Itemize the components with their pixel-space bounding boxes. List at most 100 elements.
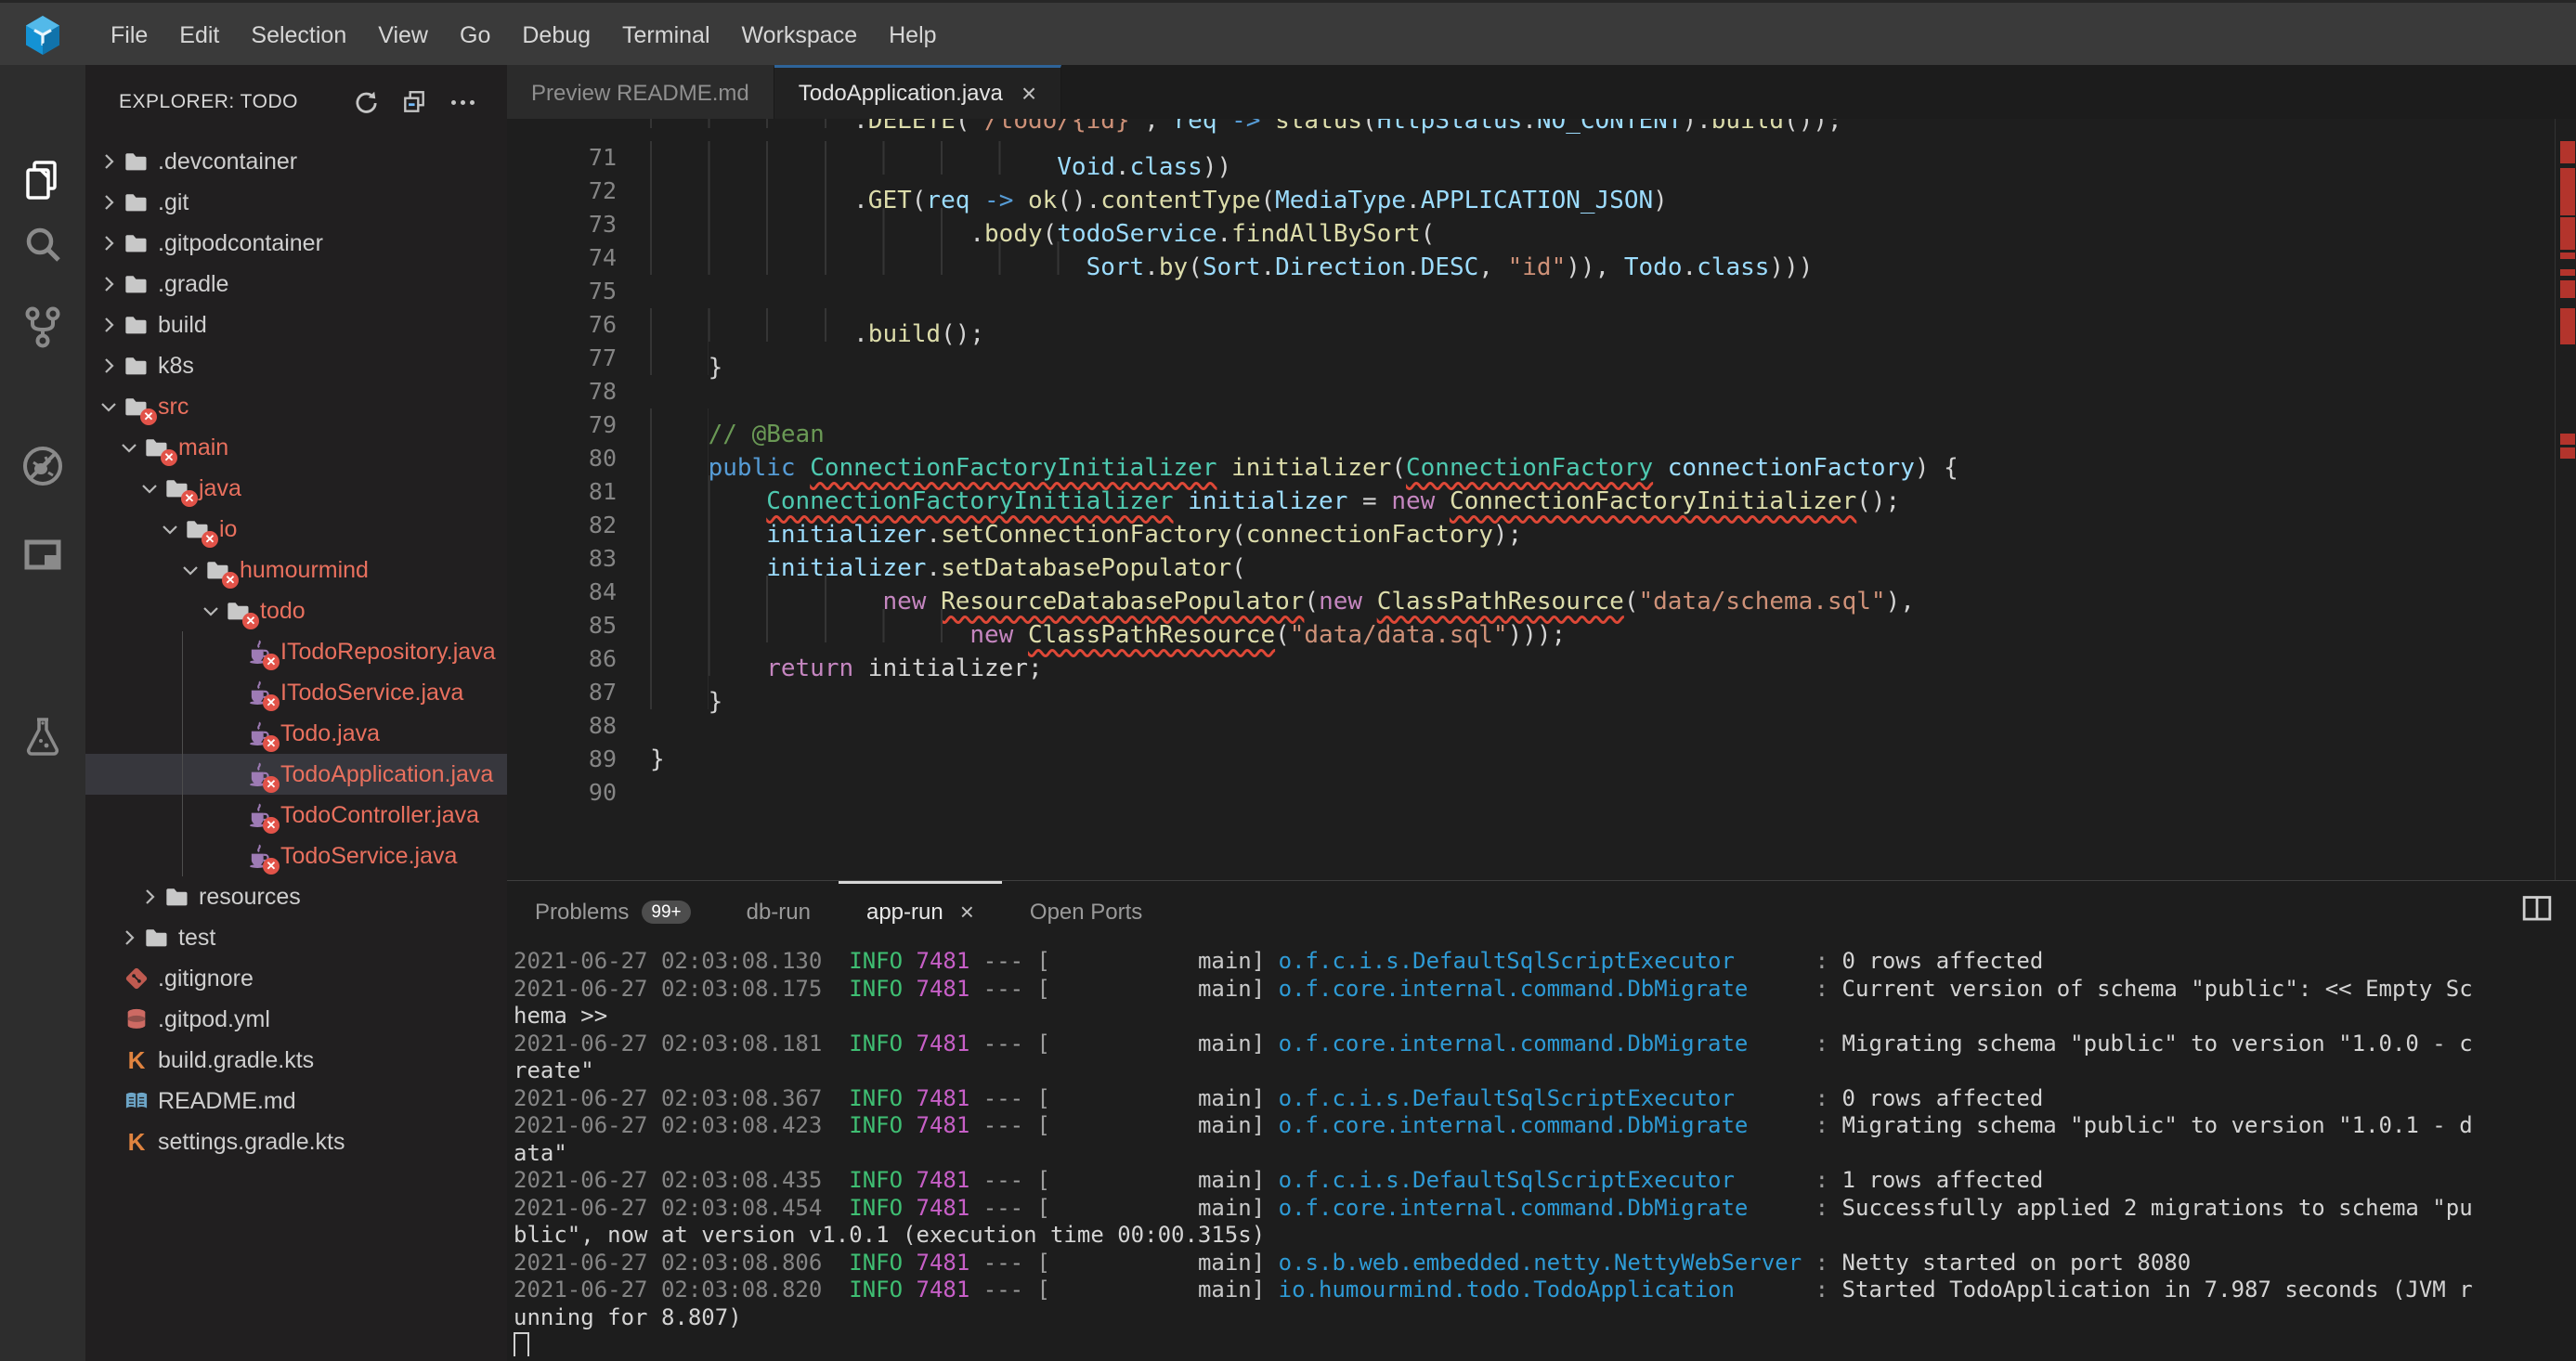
code-line-87[interactable]: 87} bbox=[507, 676, 2556, 709]
debug-disabled-icon[interactable] bbox=[20, 444, 65, 488]
code-line-83[interactable]: 83initializer.setDatabasePopulator( bbox=[507, 542, 2556, 576]
chevron-right-icon bbox=[98, 274, 119, 294]
code-line-86[interactable]: 86return initializer; bbox=[507, 642, 2556, 676]
close-icon[interactable]: × bbox=[960, 898, 974, 927]
error-badge: ✕ bbox=[242, 613, 259, 629]
tree-item-build-gradle-kts[interactable]: Kbuild.gradle.kts bbox=[85, 1040, 507, 1081]
error-badge: ✕ bbox=[263, 735, 280, 752]
panel-tab-app-run[interactable]: app-run× bbox=[839, 881, 1002, 940]
test-flask-icon[interactable] bbox=[20, 715, 65, 759]
explorer-title: EXPLORER: TODO bbox=[119, 91, 353, 113]
code-line-82[interactable]: 82initializer.setConnectionFactory(conne… bbox=[507, 509, 2556, 542]
tree-item-test[interactable]: test bbox=[85, 917, 507, 958]
menu-item-help[interactable]: Help bbox=[873, 3, 952, 68]
tree-item-gitpod-yml[interactable]: .gitpod.yml bbox=[85, 999, 507, 1040]
line-number: 90 bbox=[507, 776, 617, 810]
tree-item-todo[interactable]: ✕todo bbox=[85, 590, 507, 631]
chevron-right-icon bbox=[139, 887, 160, 907]
menu-item-terminal[interactable]: Terminal bbox=[606, 3, 725, 68]
tree-item-settings-gradle-kts[interactable]: Ksettings.gradle.kts bbox=[85, 1121, 507, 1162]
error-badge: ✕ bbox=[202, 531, 218, 548]
menu-item-debug[interactable]: Debug bbox=[506, 3, 606, 68]
code-line-71[interactable]: 71Void.class)) bbox=[507, 141, 2556, 175]
line-number: 77 bbox=[507, 342, 617, 375]
code-line-partial[interactable]: .DELETE("/todo/{id}", req -> status(Http… bbox=[507, 119, 2556, 128]
editor-tab-todoapplication-java[interactable]: TodoApplication.java× bbox=[774, 65, 1062, 119]
tree-item-gitignore[interactable]: .gitignore bbox=[85, 958, 507, 999]
tree-item-readme-md[interactable]: README.md bbox=[85, 1081, 507, 1121]
terminal-log-row: 2021-06-27 02:03:08.130 INFO 7481 --- [ … bbox=[514, 948, 2569, 976]
code-line-77[interactable]: 77} bbox=[507, 342, 2556, 375]
panel-tab-db-run[interactable]: db-run bbox=[719, 881, 839, 940]
tree-item-java[interactable]: ✕java bbox=[85, 468, 507, 509]
code-line-84[interactable]: 84new ResourceDatabasePopulator(new Clas… bbox=[507, 576, 2556, 609]
terminal-cursor bbox=[514, 1332, 529, 1356]
menu-item-view[interactable]: View bbox=[362, 3, 444, 68]
tree-item-label: main bbox=[178, 434, 228, 461]
gitpod-logo-icon[interactable] bbox=[0, 3, 85, 68]
panel-tab-problems[interactable]: Problems99+ bbox=[507, 881, 719, 940]
code-line-81[interactable]: 81ConnectionFactoryInitializer initializ… bbox=[507, 475, 2556, 509]
code-line-75[interactable]: 75 bbox=[507, 275, 2556, 308]
refresh-icon[interactable] bbox=[353, 89, 379, 115]
tree-item-resources[interactable]: resources bbox=[85, 876, 507, 917]
menu-item-go[interactable]: Go bbox=[444, 3, 506, 68]
code-line-76[interactable]: 76.build(); bbox=[507, 308, 2556, 342]
code-line-73[interactable]: 73.body(todoService.findAllBySort( bbox=[507, 208, 2556, 241]
search-icon[interactable] bbox=[20, 223, 65, 267]
code-text: } bbox=[650, 676, 722, 709]
menu-item-edit[interactable]: Edit bbox=[163, 3, 235, 68]
tree-item-todoapplication-java[interactable]: ✕TodoApplication.java bbox=[85, 754, 507, 795]
menu-item-workspace[interactable]: Workspace bbox=[726, 3, 874, 68]
code-line-74[interactable]: 74Sort.by(Sort.Direction.DESC, "id")), T… bbox=[507, 241, 2556, 275]
tree-item-todo-java[interactable]: ✕Todo.java bbox=[85, 713, 507, 754]
code-line-90[interactable]: 90 bbox=[507, 776, 2556, 810]
tree-item-itodoservice-java[interactable]: ✕ITodoService.java bbox=[85, 672, 507, 713]
overview-ruler[interactable] bbox=[2555, 119, 2576, 880]
folder-icon bbox=[123, 188, 150, 216]
code-text: } bbox=[650, 342, 722, 375]
more-actions-icon[interactable] bbox=[449, 89, 475, 115]
line-number: 73 bbox=[507, 208, 617, 241]
tree-item-itodorepository-java[interactable]: ✕ITodoRepository.java bbox=[85, 631, 507, 672]
tree-item-humourmind[interactable]: ✕humourmind bbox=[85, 550, 507, 590]
tree-item-main[interactable]: ✕main bbox=[85, 427, 507, 468]
files-icon[interactable] bbox=[20, 158, 65, 202]
code-line-80[interactable]: 80public ConnectionFactoryInitializer in… bbox=[507, 442, 2556, 475]
close-icon[interactable]: × bbox=[1021, 79, 1036, 109]
tree-item-devcontainer[interactable]: .devcontainer bbox=[85, 141, 507, 182]
split-panel-icon[interactable] bbox=[2520, 892, 2554, 926]
code-editor[interactable]: .DELETE("/todo/{id}", req -> status(Http… bbox=[507, 119, 2556, 902]
collapse-all-icon[interactable] bbox=[401, 89, 427, 115]
error-badge: ✕ bbox=[161, 449, 177, 466]
tree-item-label: .gradle bbox=[158, 271, 228, 298]
tree-item-todocontroller-java[interactable]: ✕TodoController.java bbox=[85, 795, 507, 836]
tree-item-git[interactable]: .git bbox=[85, 182, 507, 223]
error-mark bbox=[2560, 253, 2575, 259]
code-line-72[interactable]: 72.GET(req -> ok().contentType(MediaType… bbox=[507, 175, 2556, 208]
menu-item-selection[interactable]: Selection bbox=[235, 3, 362, 68]
editor-tab-preview-readme-md[interactable]: Preview README.md bbox=[507, 65, 774, 119]
error-mark bbox=[2560, 447, 2575, 459]
tree-item-k8s[interactable]: k8s bbox=[85, 345, 507, 386]
code-line-85[interactable]: 85new ClassPathResource("data/data.sql")… bbox=[507, 609, 2556, 642]
menu-bar: FileEditSelectionViewGoDebugTerminalWork… bbox=[0, 0, 2576, 68]
code-line-78[interactable]: 78 bbox=[507, 375, 2556, 408]
terminal-wrapped-row: hema >> bbox=[514, 1003, 2569, 1030]
line-number: 89 bbox=[507, 743, 617, 776]
tree-item-gradle[interactable]: .gradle bbox=[85, 264, 507, 305]
tree-item-build[interactable]: build bbox=[85, 305, 507, 345]
panel-tab-open-ports[interactable]: Open Ports bbox=[1002, 881, 1170, 940]
code-line-88[interactable]: 88 bbox=[507, 709, 2556, 743]
source-control-icon[interactable] bbox=[20, 305, 65, 349]
tree-item-io[interactable]: ✕io bbox=[85, 509, 507, 550]
terminal-output[interactable]: 2021-06-27 02:03:08.130 INFO 7481 --- [ … bbox=[514, 948, 2569, 1356]
menu-item-file[interactable]: File bbox=[95, 3, 163, 68]
tree-item-gitpodcontainer[interactable]: .gitpodcontainer bbox=[85, 223, 507, 264]
code-line-89[interactable]: 89} bbox=[507, 743, 2556, 776]
workspace-icon[interactable] bbox=[20, 534, 65, 578]
tree-item-todoservice-java[interactable]: ✕TodoService.java bbox=[85, 836, 507, 876]
tree-item-src[interactable]: ✕src bbox=[85, 386, 507, 427]
code-line-79[interactable]: 79// @Bean bbox=[507, 408, 2556, 442]
error-badge: ✕ bbox=[263, 654, 280, 670]
